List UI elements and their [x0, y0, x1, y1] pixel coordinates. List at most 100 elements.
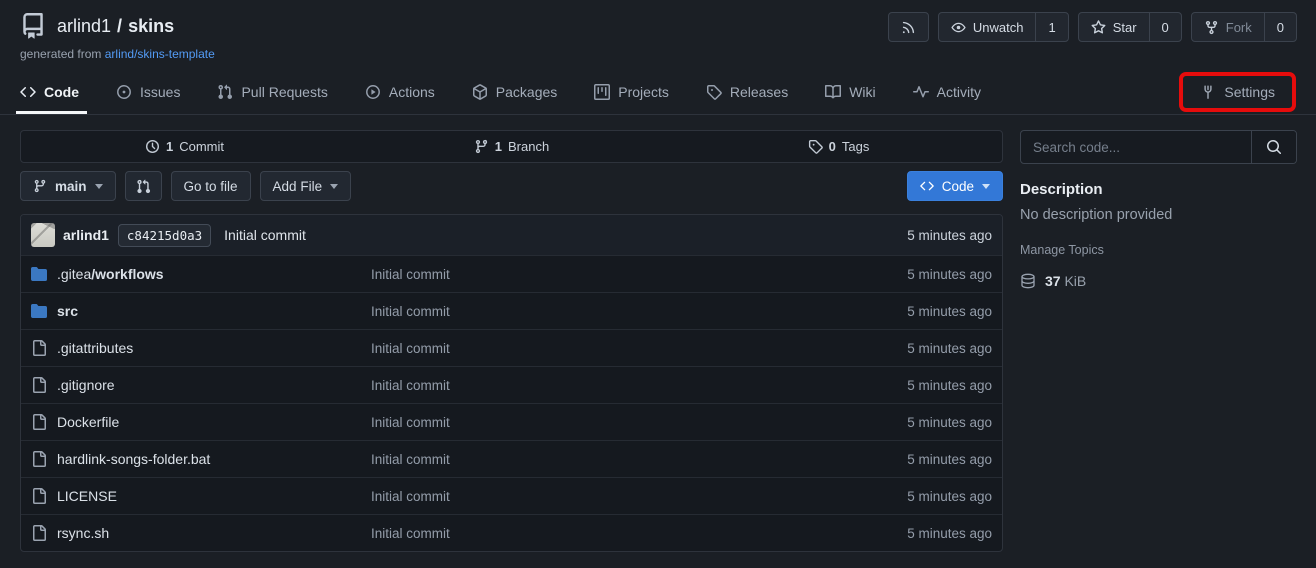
row-commit-time: 5 minutes ago [907, 415, 992, 430]
branches-label: Branch [508, 139, 549, 154]
description-text: No description provided [1020, 207, 1297, 223]
branches-link[interactable]: 1 Branch [348, 131, 675, 162]
table-row: .gitignore Initial commit 5 minutes ago [21, 366, 1002, 403]
file-name-link[interactable]: src [31, 303, 371, 319]
commit-hash-link[interactable]: c84215d0a3 [118, 224, 211, 247]
settings-wrench-icon [1200, 84, 1216, 100]
commit-author-link[interactable]: arlind1 [63, 227, 109, 243]
add-file-button[interactable]: Add File [260, 171, 352, 201]
repo-size: 37 KiB [1020, 273, 1297, 289]
row-commit-message[interactable]: Initial commit [371, 452, 907, 467]
row-commit-message[interactable]: Initial commit [371, 304, 907, 319]
search-button[interactable] [1251, 131, 1296, 163]
repo-name-link[interactable]: skins [128, 16, 174, 37]
unwatch-button[interactable]: Unwatch [939, 13, 1036, 41]
tab-pull-requests-label: Pull Requests [241, 84, 327, 100]
title-separator: / [117, 16, 122, 37]
forks-count[interactable]: 0 [1264, 13, 1296, 41]
tab-wiki-label: Wiki [849, 84, 875, 100]
repo-owner-link[interactable]: arlind1 [57, 16, 111, 37]
tab-code-label: Code [44, 84, 79, 100]
file-name-link[interactable]: .gitea/workflows [31, 266, 371, 282]
add-file-label: Add File [273, 179, 323, 194]
git-compare-icon [136, 179, 151, 194]
tab-settings[interactable]: Settings [1179, 72, 1296, 112]
row-commit-message[interactable]: Initial commit [371, 526, 907, 541]
repo-stats-bar: 1 Commit 1 Branch 0 Tags [20, 130, 1003, 163]
chevron-down-icon [330, 184, 338, 189]
file-name-link[interactable]: .gitignore [31, 377, 371, 393]
branch-icon [33, 179, 47, 193]
fork-icon [1204, 20, 1219, 35]
tab-projects[interactable]: Projects [594, 70, 669, 114]
row-commit-message[interactable]: Initial commit [371, 378, 907, 393]
code-button-label: Code [942, 179, 974, 194]
tab-activity[interactable]: Activity [913, 70, 981, 114]
file-name-link[interactable]: LICENSE [31, 488, 371, 504]
latest-commit-row: arlind1 c84215d0a3 Initial commit 5 minu… [21, 215, 1002, 255]
file-name-link[interactable]: Dockerfile [31, 414, 371, 430]
tab-packages[interactable]: Packages [472, 70, 557, 114]
generated-from-line: generated from arlind/skins-template [20, 47, 1296, 61]
repo-header: arlind1 / skins Unwatch 1 Star 0 [0, 0, 1316, 115]
chevron-down-icon [982, 184, 990, 189]
tab-issues-label: Issues [140, 84, 180, 100]
rss-button[interactable] [888, 12, 929, 42]
file-name-link[interactable]: hardlink-songs-folder.bat [31, 451, 371, 467]
row-commit-message[interactable]: Initial commit [371, 267, 907, 282]
go-to-file-button[interactable]: Go to file [171, 171, 251, 201]
tab-projects-label: Projects [618, 84, 669, 100]
commit-message-link[interactable]: Initial commit [224, 227, 306, 243]
avatar[interactable] [31, 223, 55, 247]
file-icon [31, 377, 47, 393]
tab-code[interactable]: Code [20, 70, 79, 114]
branches-count: 1 [495, 139, 502, 154]
row-commit-message[interactable]: Initial commit [371, 489, 907, 504]
stars-count[interactable]: 0 [1149, 13, 1181, 41]
tab-packages-label: Packages [496, 84, 557, 100]
repo-size-unit: KiB [1064, 273, 1086, 289]
file-path-prefix: .gitea [57, 266, 91, 282]
file-icon [31, 488, 47, 504]
compare-button[interactable] [125, 171, 162, 201]
table-row: src Initial commit 5 minutes ago [21, 292, 1002, 329]
manage-topics-link[interactable]: Manage Topics [1020, 243, 1297, 257]
star-button[interactable]: Star [1079, 13, 1149, 41]
search-icon [1266, 139, 1282, 155]
file-name: Dockerfile [57, 414, 119, 430]
generated-from-label: generated from [20, 47, 101, 61]
code-search [1020, 130, 1297, 164]
tags-link[interactable]: 0 Tags [675, 131, 1002, 162]
tab-wiki[interactable]: Wiki [825, 70, 875, 114]
tab-activity-label: Activity [937, 84, 981, 100]
main-content: 1 Commit 1 Branch 0 Tags [0, 115, 1316, 552]
issue-icon [116, 84, 132, 100]
row-commit-time: 5 minutes ago [907, 378, 992, 393]
row-commit-time: 5 minutes ago [907, 489, 992, 504]
search-input[interactable] [1021, 131, 1251, 163]
row-commit-time: 5 minutes ago [907, 526, 992, 541]
row-commit-message[interactable]: Initial commit [371, 341, 907, 356]
tab-issues[interactable]: Issues [116, 70, 180, 114]
row-commit-message[interactable]: Initial commit [371, 415, 907, 430]
tab-pull-requests[interactable]: Pull Requests [217, 70, 327, 114]
watchers-count[interactable]: 1 [1035, 13, 1067, 41]
tags-label: Tags [842, 139, 869, 154]
fork-button[interactable]: Fork [1192, 13, 1264, 41]
folder-icon [31, 266, 47, 282]
tab-releases-label: Releases [730, 84, 788, 100]
file-name-link[interactable]: rsync.sh [31, 525, 371, 541]
tab-actions[interactable]: Actions [365, 70, 435, 114]
row-commit-time: 5 minutes ago [907, 267, 992, 282]
tab-releases[interactable]: Releases [706, 70, 788, 114]
row-commit-time: 5 minutes ago [907, 452, 992, 467]
branch-selector[interactable]: main [20, 171, 116, 201]
repo-main-column: 1 Commit 1 Branch 0 Tags [20, 130, 1003, 552]
file-name-link[interactable]: .gitattributes [31, 340, 371, 356]
code-download-button[interactable]: Code [907, 171, 1003, 201]
package-icon [472, 84, 488, 100]
repo-sidebar: Description No description provided Mana… [1020, 130, 1297, 552]
template-link[interactable]: arlind/skins-template [105, 47, 215, 61]
file-name: src [57, 303, 78, 319]
commits-link[interactable]: 1 Commit [21, 131, 348, 162]
